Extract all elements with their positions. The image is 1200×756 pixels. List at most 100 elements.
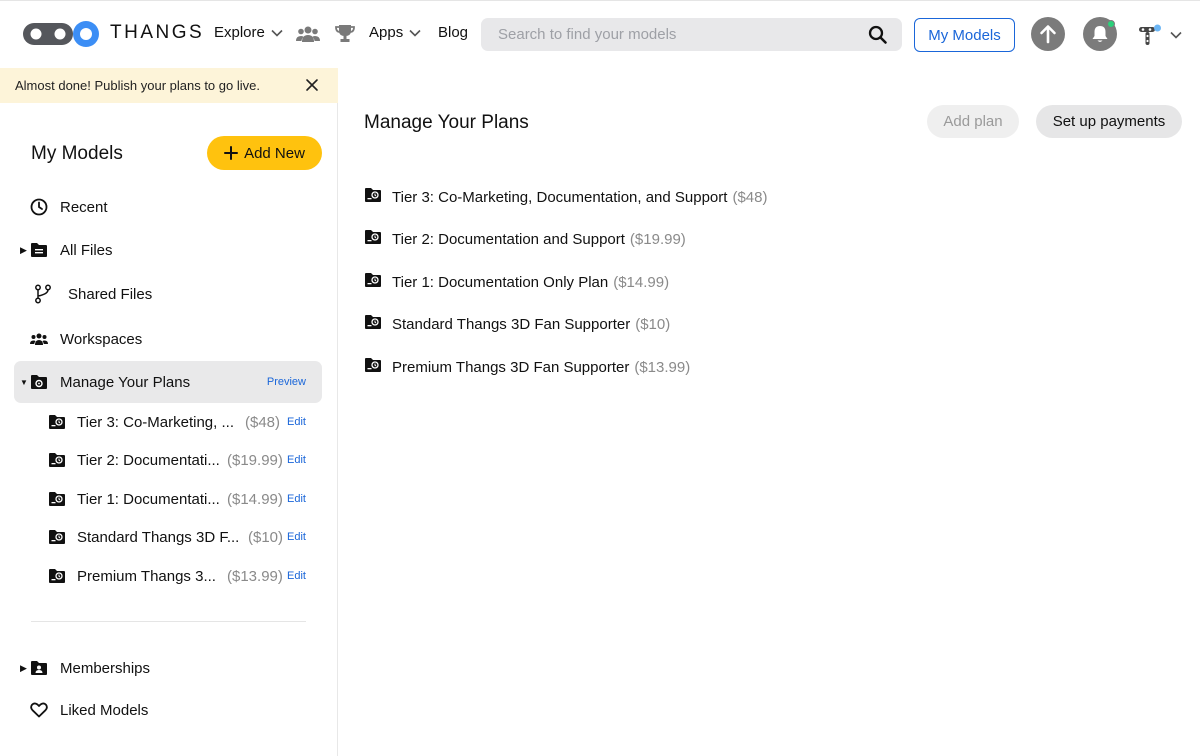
plan-name: Tier 1: Documentati... <box>77 490 220 508</box>
sidebar: Almost done! Publish your plans to go li… <box>0 68 338 756</box>
plan-name: Tier 2: Documentation and Support <box>392 230 625 248</box>
caret-right-icon[interactable]: ▶ <box>20 245 27 256</box>
edit-link[interactable]: Edit <box>287 416 306 428</box>
plus-icon <box>224 146 239 160</box>
sidebar-item-label: Memberships <box>60 659 151 677</box>
sidebar-divider <box>31 621 306 622</box>
top-bar: THANGS Explore Apps Blog My Models <box>0 0 1200 68</box>
avatar-icon <box>1139 24 1161 45</box>
nav-blog-label: Blog <box>438 24 469 41</box>
plan-price: ($14.99) <box>613 273 670 291</box>
plan-icon <box>48 491 66 512</box>
trophy-icon[interactable] <box>335 24 355 48</box>
clock-icon <box>30 198 48 216</box>
plan-price: ($48) <box>245 413 281 431</box>
search-bar <box>481 18 902 51</box>
plan-list-item[interactable]: Premium Thangs 3D Fan Supporter ($13.99) <box>364 355 690 379</box>
my-models-button[interactable]: My Models <box>914 18 1015 52</box>
sidebar-plan-item[interactable]: Tier 2: Documentati... ($19.99) Edit <box>46 443 308 477</box>
plan-list-item[interactable]: Standard Thangs 3D Fan Supporter ($10) <box>364 312 670 336</box>
plan-price: ($10) <box>635 315 671 333</box>
banner-text: Almost done! Publish your plans to go li… <box>15 78 260 93</box>
plan-name: Tier 3: Co-Marketing, Documentation, and… <box>392 188 728 206</box>
nav-explore-label: Explore <box>214 24 265 41</box>
plan-price: ($19.99) <box>629 230 686 248</box>
plan-price: ($13.99) <box>227 567 283 585</box>
sidebar-plan-item[interactable]: Standard Thangs 3D F... ($10) Edit <box>46 520 308 554</box>
publish-banner: Almost done! Publish your plans to go li… <box>0 68 338 103</box>
plan-name: Tier 3: Co-Marketing, ... <box>77 413 234 431</box>
bell-icon <box>1092 26 1108 42</box>
plan-list-item[interactable]: Tier 2: Documentation and Support ($19.9… <box>364 227 686 251</box>
edit-link[interactable]: Edit <box>287 454 306 466</box>
edit-link[interactable]: Edit <box>287 493 306 505</box>
heart-icon <box>30 701 48 719</box>
sidebar-plan-item[interactable]: Tier 3: Co-Marketing, ... ($48) Edit <box>46 405 308 439</box>
sidebar-item-label: Workspaces <box>60 330 143 348</box>
caret-down-icon[interactable]: ▼ <box>20 378 28 387</box>
nav-explore[interactable]: Explore <box>214 24 283 41</box>
plan-icon <box>364 314 382 335</box>
plan-name: Tier 2: Documentati... <box>77 451 220 469</box>
sidebar-item-label: Liked Models <box>60 701 149 719</box>
preview-link[interactable]: Preview <box>267 376 306 388</box>
plan-icon <box>48 568 66 589</box>
folder-icon <box>30 241 48 259</box>
sidebar-item-label: Manage Your Plans <box>60 373 191 391</box>
search-input[interactable] <box>481 18 861 51</box>
plan-price: ($13.99) <box>634 358 691 376</box>
plan-icon <box>48 452 66 473</box>
upload-button[interactable] <box>1031 17 1065 51</box>
thangs-logo[interactable] <box>22 20 100 48</box>
sidebar-item-liked-models[interactable]: Liked Models <box>14 690 322 730</box>
search-icon[interactable] <box>868 25 887 49</box>
notifications-button[interactable] <box>1083 17 1117 51</box>
folder-gear-icon <box>30 373 48 391</box>
add-plan-button[interactable]: Add plan <box>927 105 1019 138</box>
plan-price: ($14.99) <box>227 490 283 508</box>
community-icon[interactable] <box>296 25 320 48</box>
sidebar-item-workspaces[interactable]: Workspaces <box>14 319 322 359</box>
plan-name: Premium Thangs 3... <box>77 567 216 585</box>
chevron-down-icon <box>271 29 283 37</box>
sidebar-item-label: Recent <box>60 198 108 216</box>
plan-name: Premium Thangs 3D Fan Supporter <box>392 358 630 376</box>
add-new-label: Add New <box>244 144 305 162</box>
plan-icon <box>364 272 382 293</box>
sidebar-plan-item[interactable]: Premium Thangs 3... ($13.99) Edit <box>46 559 308 593</box>
plan-list-item[interactable]: Tier 1: Documentation Only Plan ($14.99) <box>364 270 669 294</box>
close-icon[interactable] <box>303 76 321 99</box>
user-menu[interactable] <box>1136 22 1182 48</box>
sidebar-plan-item[interactable]: Tier 1: Documentati... ($14.99) Edit <box>46 482 308 516</box>
sidebar-item-shared-files[interactable]: Shared Files <box>14 274 322 314</box>
plan-list-item[interactable]: Tier 3: Co-Marketing, Documentation, and… <box>364 185 767 209</box>
sidebar-item-all-files[interactable]: ▶ All Files <box>14 230 322 270</box>
plan-price: ($48) <box>732 188 768 206</box>
plan-price: ($10) <box>248 528 284 546</box>
sidebar-item-memberships[interactable]: ▶ Memberships <box>14 648 322 688</box>
brand-wordmark[interactable]: THANGS <box>110 22 204 44</box>
sidebar-item-recent[interactable]: Recent <box>14 187 322 227</box>
nav-blog[interactable]: Blog <box>438 24 468 41</box>
caret-right-icon[interactable]: ▶ <box>20 663 27 674</box>
plan-name: Tier 1: Documentation Only Plan <box>392 273 609 291</box>
nav-apps[interactable]: Apps <box>369 24 421 41</box>
branch-icon <box>34 284 52 304</box>
edit-link[interactable]: Edit <box>287 570 306 582</box>
plan-icon <box>364 187 382 208</box>
plan-icon <box>364 357 382 378</box>
add-new-button[interactable]: Add New <box>207 136 322 170</box>
sidebar-item-manage-plans[interactable]: ▼ Manage Your Plans Preview <box>14 361 322 403</box>
nav-apps-label: Apps <box>369 24 404 41</box>
plan-name: Standard Thangs 3D F... <box>77 528 240 546</box>
plan-icon <box>48 529 66 550</box>
sidebar-title: My Models <box>31 143 123 164</box>
chevron-down-icon <box>409 29 421 37</box>
top-border <box>0 0 1200 1</box>
folder-person-icon <box>30 659 48 677</box>
setup-payments-button[interactable]: Set up payments <box>1036 105 1182 138</box>
edit-link[interactable]: Edit <box>287 531 306 543</box>
notification-dot <box>1107 20 1115 28</box>
people-icon <box>30 330 48 348</box>
plan-name: Standard Thangs 3D Fan Supporter <box>392 315 631 333</box>
